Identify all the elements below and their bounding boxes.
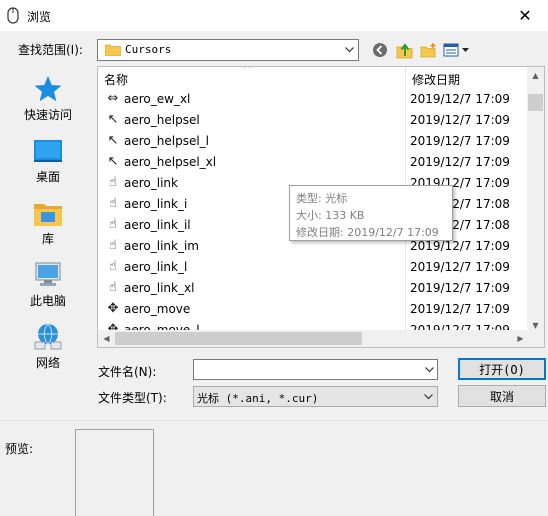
horizontal-scrollbar[interactable]: ◀ ▶ bbox=[98, 330, 529, 347]
library-icon bbox=[34, 204, 62, 226]
file-name: aero_helpsel_xl bbox=[124, 155, 217, 169]
cursor-file-icon: ☝ bbox=[109, 238, 117, 253]
file-tooltip: 类型: 光标 大小: 133 KB 修改日期: 2019/12/7 17:09 bbox=[289, 185, 453, 241]
filetype-label: 文件类型(T): bbox=[98, 391, 167, 405]
close-button[interactable]: ✕ bbox=[502, 0, 548, 31]
table-row[interactable]: ↖ aero_helpsel_xl 2019/12/7 17:09 bbox=[98, 152, 529, 173]
file-name: aero_helpsel bbox=[124, 113, 200, 127]
scroll-left-icon[interactable]: ◀ bbox=[98, 330, 115, 347]
cursor-file-icon: ☝ bbox=[109, 175, 117, 190]
cursor-file-icon: ✥ bbox=[107, 301, 119, 316]
network-icon bbox=[34, 323, 62, 350]
sort-up-icon: ^ bbox=[243, 66, 252, 75]
file-name: aero_ew_xl bbox=[124, 92, 191, 106]
chevron-down-icon[interactable] bbox=[421, 360, 438, 379]
divider bbox=[0, 420, 548, 421]
column-header-name[interactable]: 名称 ^ bbox=[98, 67, 405, 89]
cursor-file-icon: ☝ bbox=[109, 280, 117, 295]
file-date: 2019/12/7 17:09 bbox=[410, 302, 510, 316]
tooltip-modified: 修改日期: 2019/12/7 17:09 bbox=[296, 226, 439, 239]
preview-label: 预览: bbox=[5, 442, 34, 456]
filetype-value: 光标 (*.ani, *.cur) bbox=[197, 392, 319, 405]
file-date: 2019/12/7 17:09 bbox=[410, 155, 510, 169]
file-date: 2019/12/7 17:09 bbox=[410, 92, 510, 106]
column-name-label: 名称 bbox=[104, 73, 129, 87]
computer-icon bbox=[35, 262, 61, 286]
folder-icon bbox=[105, 44, 121, 56]
place-label: 库 bbox=[41, 232, 54, 246]
table-row[interactable]: ✥ aero_move 2019/12/7 17:09 bbox=[98, 299, 529, 320]
table-row[interactable]: ⇔ aero_ew_xl 2019/12/7 17:09 bbox=[98, 89, 529, 110]
lookin-label: 查找范围(I): bbox=[18, 43, 83, 57]
scroll-corner bbox=[527, 330, 544, 347]
table-row[interactable]: ↖ aero_helpsel_l 2019/12/7 17:09 bbox=[98, 131, 529, 152]
window-title: 浏览 bbox=[27, 10, 52, 24]
scroll-up-icon[interactable]: ▲ bbox=[527, 67, 544, 84]
file-name: aero_link_i bbox=[124, 197, 188, 211]
column-header-date[interactable]: 修改日期 bbox=[405, 67, 529, 89]
file-date: 2019/12/7 17:09 bbox=[410, 239, 510, 253]
vertical-scroll-thumb[interactable] bbox=[528, 94, 543, 111]
title-bar: 浏览 ✕ bbox=[0, 0, 548, 31]
table-row[interactable]: ↖ aero_helpsel 2019/12/7 17:09 bbox=[98, 110, 529, 131]
lookin-combo[interactable]: Cursors bbox=[97, 39, 359, 61]
cancel-button[interactable]: 取消 bbox=[458, 385, 546, 407]
cursor-file-icon: ⇔ bbox=[107, 91, 119, 106]
file-name: aero_helpsel_l bbox=[124, 134, 209, 148]
view-menu-icon bbox=[443, 43, 469, 57]
filename-input[interactable] bbox=[193, 359, 438, 380]
file-name: aero_link_l bbox=[124, 260, 188, 274]
column-date-label: 修改日期 bbox=[412, 73, 461, 87]
place-quick-access[interactable]: 快速访问 bbox=[5, 70, 91, 132]
file-name: aero_link_xl bbox=[124, 281, 195, 295]
cursor-file-icon: ☝ bbox=[109, 259, 117, 274]
up-folder-icon bbox=[396, 42, 412, 58]
file-name: aero_link bbox=[124, 176, 178, 190]
view-menu-button[interactable] bbox=[442, 40, 470, 60]
cursor-file-icon: ↖ bbox=[107, 112, 119, 127]
filename-label: 文件名(N): bbox=[98, 365, 157, 379]
tooltip-size: 大小: 133 KB bbox=[296, 209, 365, 222]
vertical-scrollbar[interactable]: ▲ ▼ bbox=[527, 67, 544, 334]
filetype-select[interactable]: 光标 (*.ani, *.cur) bbox=[193, 386, 438, 407]
file-date: 2019/12/7 17:09 bbox=[410, 113, 510, 127]
tooltip-type: 类型: 光标 bbox=[296, 192, 348, 205]
open-button[interactable]: 打开(O) bbox=[458, 358, 546, 380]
file-name: aero_move bbox=[124, 302, 191, 316]
place-this-pc[interactable]: 此电脑 bbox=[5, 256, 91, 318]
file-name: aero_link_il bbox=[124, 218, 191, 232]
new-folder-button[interactable] bbox=[418, 40, 438, 60]
back-button[interactable] bbox=[371, 40, 389, 60]
table-row[interactable]: ☝ aero_link_l 2019/12/7 17:09 bbox=[98, 257, 529, 278]
mouse-icon bbox=[7, 7, 19, 24]
table-row[interactable]: ☝ aero_link_xl 2019/12/7 17:09 bbox=[98, 278, 529, 299]
place-library[interactable]: 库 bbox=[5, 194, 91, 256]
back-icon bbox=[373, 43, 387, 57]
places-bar: 快速访问 桌面 库 此电脑 网络 bbox=[5, 66, 91, 378]
place-network[interactable]: 网络 bbox=[5, 318, 91, 380]
chevron-down-icon[interactable] bbox=[340, 40, 358, 60]
place-label: 此电脑 bbox=[29, 294, 66, 308]
file-name: aero_link_im bbox=[124, 239, 199, 253]
star-icon bbox=[34, 76, 62, 102]
file-date: 2019/12/7 17:09 bbox=[410, 281, 510, 295]
place-desktop[interactable]: 桌面 bbox=[5, 132, 91, 194]
cursor-file-icon: ↖ bbox=[107, 133, 119, 148]
new-folder-icon bbox=[420, 42, 435, 57]
chevron-down-icon[interactable] bbox=[420, 387, 437, 406]
place-label: 桌面 bbox=[35, 170, 60, 184]
cursor-file-icon: ☝ bbox=[109, 196, 117, 211]
file-date: 2019/12/7 17:09 bbox=[410, 134, 510, 148]
place-label: 快速访问 bbox=[23, 108, 72, 122]
cursor-file-icon: ☝ bbox=[109, 217, 117, 232]
cursor-file-icon: ↖ bbox=[107, 154, 119, 169]
up-folder-button[interactable] bbox=[394, 40, 414, 60]
file-date: 2019/12/7 17:09 bbox=[410, 260, 510, 274]
preview-box bbox=[75, 429, 154, 516]
horizontal-scroll-thumb[interactable] bbox=[115, 332, 362, 345]
lookin-value: Cursors bbox=[125, 43, 172, 56]
place-label: 网络 bbox=[35, 356, 60, 370]
desktop-icon bbox=[34, 140, 62, 162]
